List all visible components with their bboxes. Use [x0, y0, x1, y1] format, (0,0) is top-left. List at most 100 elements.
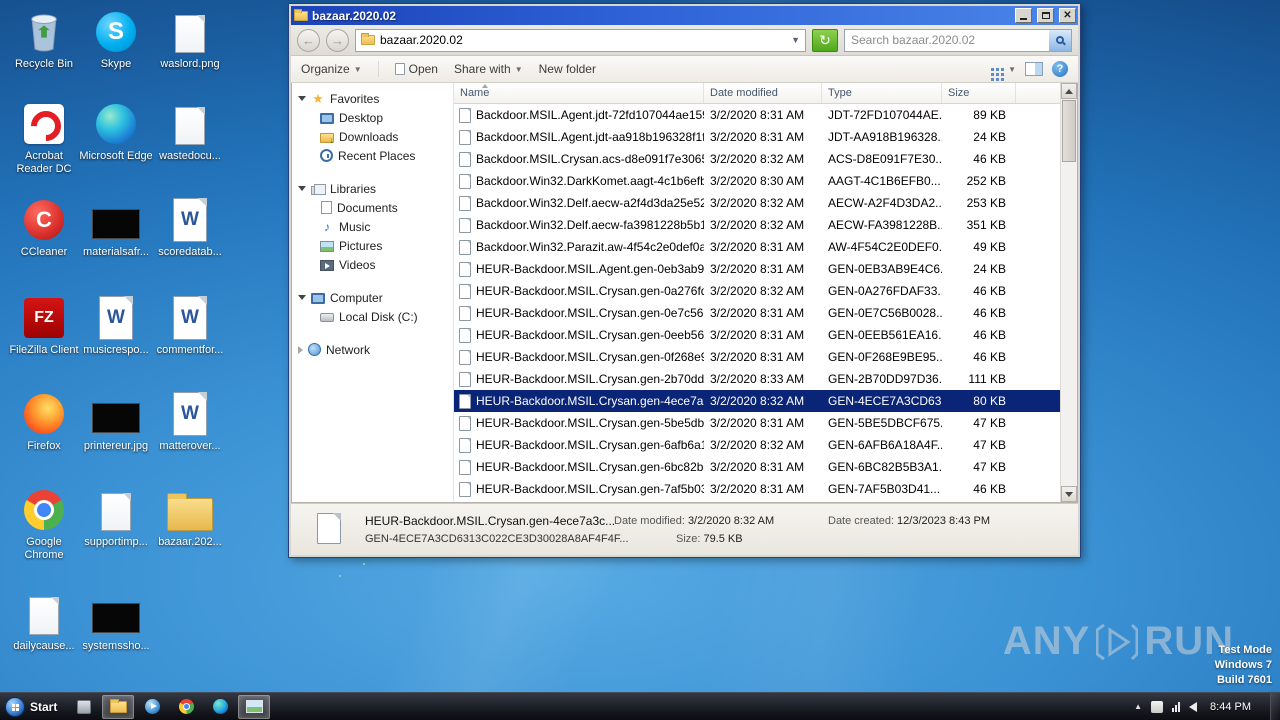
desktop-icon-printereur[interactable]: printereur.jpg — [78, 390, 154, 453]
expander-icon[interactable] — [298, 186, 306, 191]
desktop-icon-ccleaner[interactable]: CCleaner — [6, 196, 82, 259]
column-header-date-modified[interactable]: Date modified — [704, 83, 822, 103]
desktop-icon-wastedocu[interactable]: wastedocu... — [152, 100, 228, 163]
file-row[interactable]: HEUR-Backdoor.MSIL.Crysan.gen-5be5dbcf..… — [454, 412, 1060, 434]
column-header-name[interactable]: Name — [454, 83, 704, 103]
taskbar-button-photo-viewer[interactable] — [238, 694, 271, 719]
nav-downloads[interactable]: Downloads — [298, 127, 453, 146]
file-row[interactable]: HEUR-Backdoor.MSIL.Crysan.gen-0eeb561e..… — [454, 324, 1060, 346]
file-row[interactable]: HEUR-Backdoor.MSIL.Agent.gen-0eb3ab9e4..… — [454, 258, 1060, 280]
taskbar-clock[interactable]: 8:44 PM — [1206, 701, 1261, 713]
column-header-size[interactable]: Size — [942, 83, 1016, 103]
help-button[interactable]: ? — [1052, 61, 1068, 77]
refresh-button[interactable]: ↻ — [812, 28, 838, 52]
search-box[interactable]: Search bazaar.2020.02 — [844, 28, 1072, 52]
nav-desktop[interactable]: Desktop — [298, 108, 453, 127]
desktop-icon-acrobat[interactable]: Acrobat Reader DC — [6, 100, 82, 176]
file-icon — [459, 129, 471, 145]
desktop-icon-firefox[interactable]: Firefox — [6, 390, 82, 453]
address-bar[interactable]: bazaar.2020.02 ▼ — [355, 28, 806, 52]
nav-computer[interactable]: Computer — [298, 288, 453, 307]
desktop-icon-supportimp[interactable]: supportimp... — [78, 486, 154, 549]
windows-orb-icon — [5, 696, 25, 717]
desktop-icon-musicrespo[interactable]: musicrespo... — [78, 294, 154, 357]
new-folder-button[interactable]: New folder — [539, 62, 596, 76]
desktop-icon-chrome[interactable]: Google Chrome — [6, 486, 82, 562]
nav-libraries[interactable]: Libraries — [298, 179, 453, 198]
file-row[interactable]: Backdoor.Win32.DarkKomet.aagt-4c1b6efb..… — [454, 170, 1060, 192]
file-row[interactable]: Backdoor.Win32.Delf.aecw-a2f4d3da25e52d.… — [454, 192, 1060, 214]
expander-icon[interactable] — [298, 345, 303, 354]
scrollbar-track[interactable] — [1061, 163, 1077, 486]
network-icon[interactable] — [1172, 701, 1181, 712]
desktop-icon-systemssho[interactable]: systemssho... — [78, 590, 154, 653]
file-name: HEUR-Backdoor.MSIL.Agent.gen-0eb3ab9e4..… — [476, 262, 704, 276]
desktop-icon-edge[interactable]: Microsoft Edge — [78, 100, 154, 163]
taskbar-button-chrome[interactable] — [170, 695, 202, 719]
organize-button[interactable]: Organize ▼ — [301, 62, 362, 76]
nav-pictures[interactable]: Pictures — [298, 236, 453, 255]
desktop-icon-dailycause[interactable]: dailycause... — [6, 590, 82, 653]
desktop-icon-recycle-bin[interactable]: Recycle Bin — [6, 8, 82, 71]
file-row[interactable]: Backdoor.MSIL.Agent.jdt-72fd107044ae159.… — [454, 104, 1060, 126]
desktop-icon-filezilla[interactable]: FileZilla Client — [6, 294, 82, 357]
column-header-type[interactable]: Type — [822, 83, 942, 103]
desktop-icon-scoredatab[interactable]: scoredatab... — [152, 196, 228, 259]
file-row[interactable]: HEUR-Backdoor.MSIL.Crysan.gen-2b70dd97..… — [454, 368, 1060, 390]
expander-icon[interactable] — [298, 96, 306, 101]
desktop-icon-commentfor[interactable]: commentfor... — [152, 294, 228, 357]
file-row[interactable]: Backdoor.Win32.Parazit.aw-4f54c2e0def0a2… — [454, 236, 1060, 258]
share-with-button[interactable]: Share with ▼ — [454, 62, 523, 76]
nav-favorites[interactable]: ★ Favorites — [298, 89, 453, 108]
scroll-up-button[interactable] — [1061, 83, 1077, 99]
nav-music[interactable]: ♪ Music — [298, 217, 453, 236]
taskbar-button-explorer[interactable] — [102, 694, 135, 719]
desktop-icon-bazaar-folder[interactable]: bazaar.202... — [152, 486, 228, 549]
show-desktop-button[interactable] — [1270, 693, 1280, 720]
open-button[interactable]: Open — [394, 62, 438, 76]
tray-app-icon[interactable] — [1151, 700, 1164, 713]
desktop-icon-matterover[interactable]: matterover... — [152, 390, 228, 453]
search-button[interactable] — [1049, 29, 1071, 51]
start-button[interactable]: Start — [0, 693, 67, 720]
file-row[interactable]: HEUR-Backdoor.MSIL.Crysan.gen-7af5b03d..… — [454, 478, 1060, 500]
file-row-selected[interactable]: HEUR-Backdoor.MSIL.Crysan.gen-4ece7a3c..… — [454, 390, 1060, 412]
vertical-scrollbar[interactable] — [1060, 83, 1077, 502]
file-row[interactable]: HEUR-Backdoor.MSIL.Crysan.gen-0f268e9b..… — [454, 346, 1060, 368]
nav-recent-places[interactable]: Recent Places — [298, 146, 453, 165]
nav-network[interactable]: Network — [298, 340, 453, 359]
file-name: Backdoor.MSIL.Agent.jdt-aa918b196328f1f.… — [476, 130, 704, 144]
file-row[interactable]: Backdoor.MSIL.Crysan.acs-d8e091f7e30656.… — [454, 148, 1060, 170]
maximize-button[interactable] — [1037, 8, 1054, 23]
close-button[interactable]: ✕ — [1059, 8, 1076, 23]
address-dropdown-icon[interactable]: ▼ — [791, 35, 800, 45]
desktop-icon-waslord[interactable]: waslord.png — [152, 8, 228, 71]
title-bar[interactable]: bazaar.2020.02 ✕ — [291, 6, 1078, 25]
desktop-icon-materialsafr[interactable]: materialsafr... — [78, 196, 154, 259]
file-row[interactable]: HEUR-Backdoor.MSIL.Crysan.gen-6bc82b5b..… — [454, 456, 1060, 478]
scrollbar-thumb[interactable] — [1062, 100, 1076, 162]
scroll-down-button[interactable] — [1061, 486, 1077, 502]
hidden-icons-chevron[interactable]: ▲ — [1134, 702, 1142, 711]
file-row[interactable]: HEUR-Backdoor.MSIL.Crysan.gen-6afb6a18..… — [454, 434, 1060, 456]
preview-pane-button[interactable] — [1025, 62, 1043, 76]
desktop-icon-skype[interactable]: Skype — [78, 8, 154, 71]
volume-icon[interactable] — [1189, 701, 1198, 712]
nav-local-disk-c[interactable]: Local Disk (C:) — [298, 307, 453, 326]
file-row[interactable]: HEUR-Backdoor.MSIL.Crysan.gen-0e7c56b0..… — [454, 302, 1060, 324]
nav-videos[interactable]: Videos — [298, 255, 453, 274]
file-row[interactable]: Backdoor.Win32.Delf.aecw-fa3981228b5b12.… — [454, 214, 1060, 236]
taskbar-button-media-player[interactable] — [136, 695, 168, 719]
file-icon — [175, 107, 205, 145]
expander-icon[interactable] — [298, 295, 306, 300]
file-row[interactable]: Backdoor.MSIL.Agent.jdt-aa918b196328f1f.… — [454, 126, 1060, 148]
change-view-button[interactable]: ▼ — [991, 65, 1016, 74]
file-row[interactable]: HEUR-Backdoor.MSIL.Crysan.gen-0a276fdaf.… — [454, 280, 1060, 302]
word-document-icon — [173, 296, 207, 340]
taskbar-button-edge[interactable] — [204, 695, 236, 719]
minimize-button[interactable] — [1015, 8, 1032, 23]
nav-documents[interactable]: Documents — [298, 198, 453, 217]
back-button[interactable]: ← — [297, 28, 320, 52]
taskbar-button-app[interactable] — [68, 695, 100, 719]
forward-button[interactable]: → — [326, 28, 349, 52]
